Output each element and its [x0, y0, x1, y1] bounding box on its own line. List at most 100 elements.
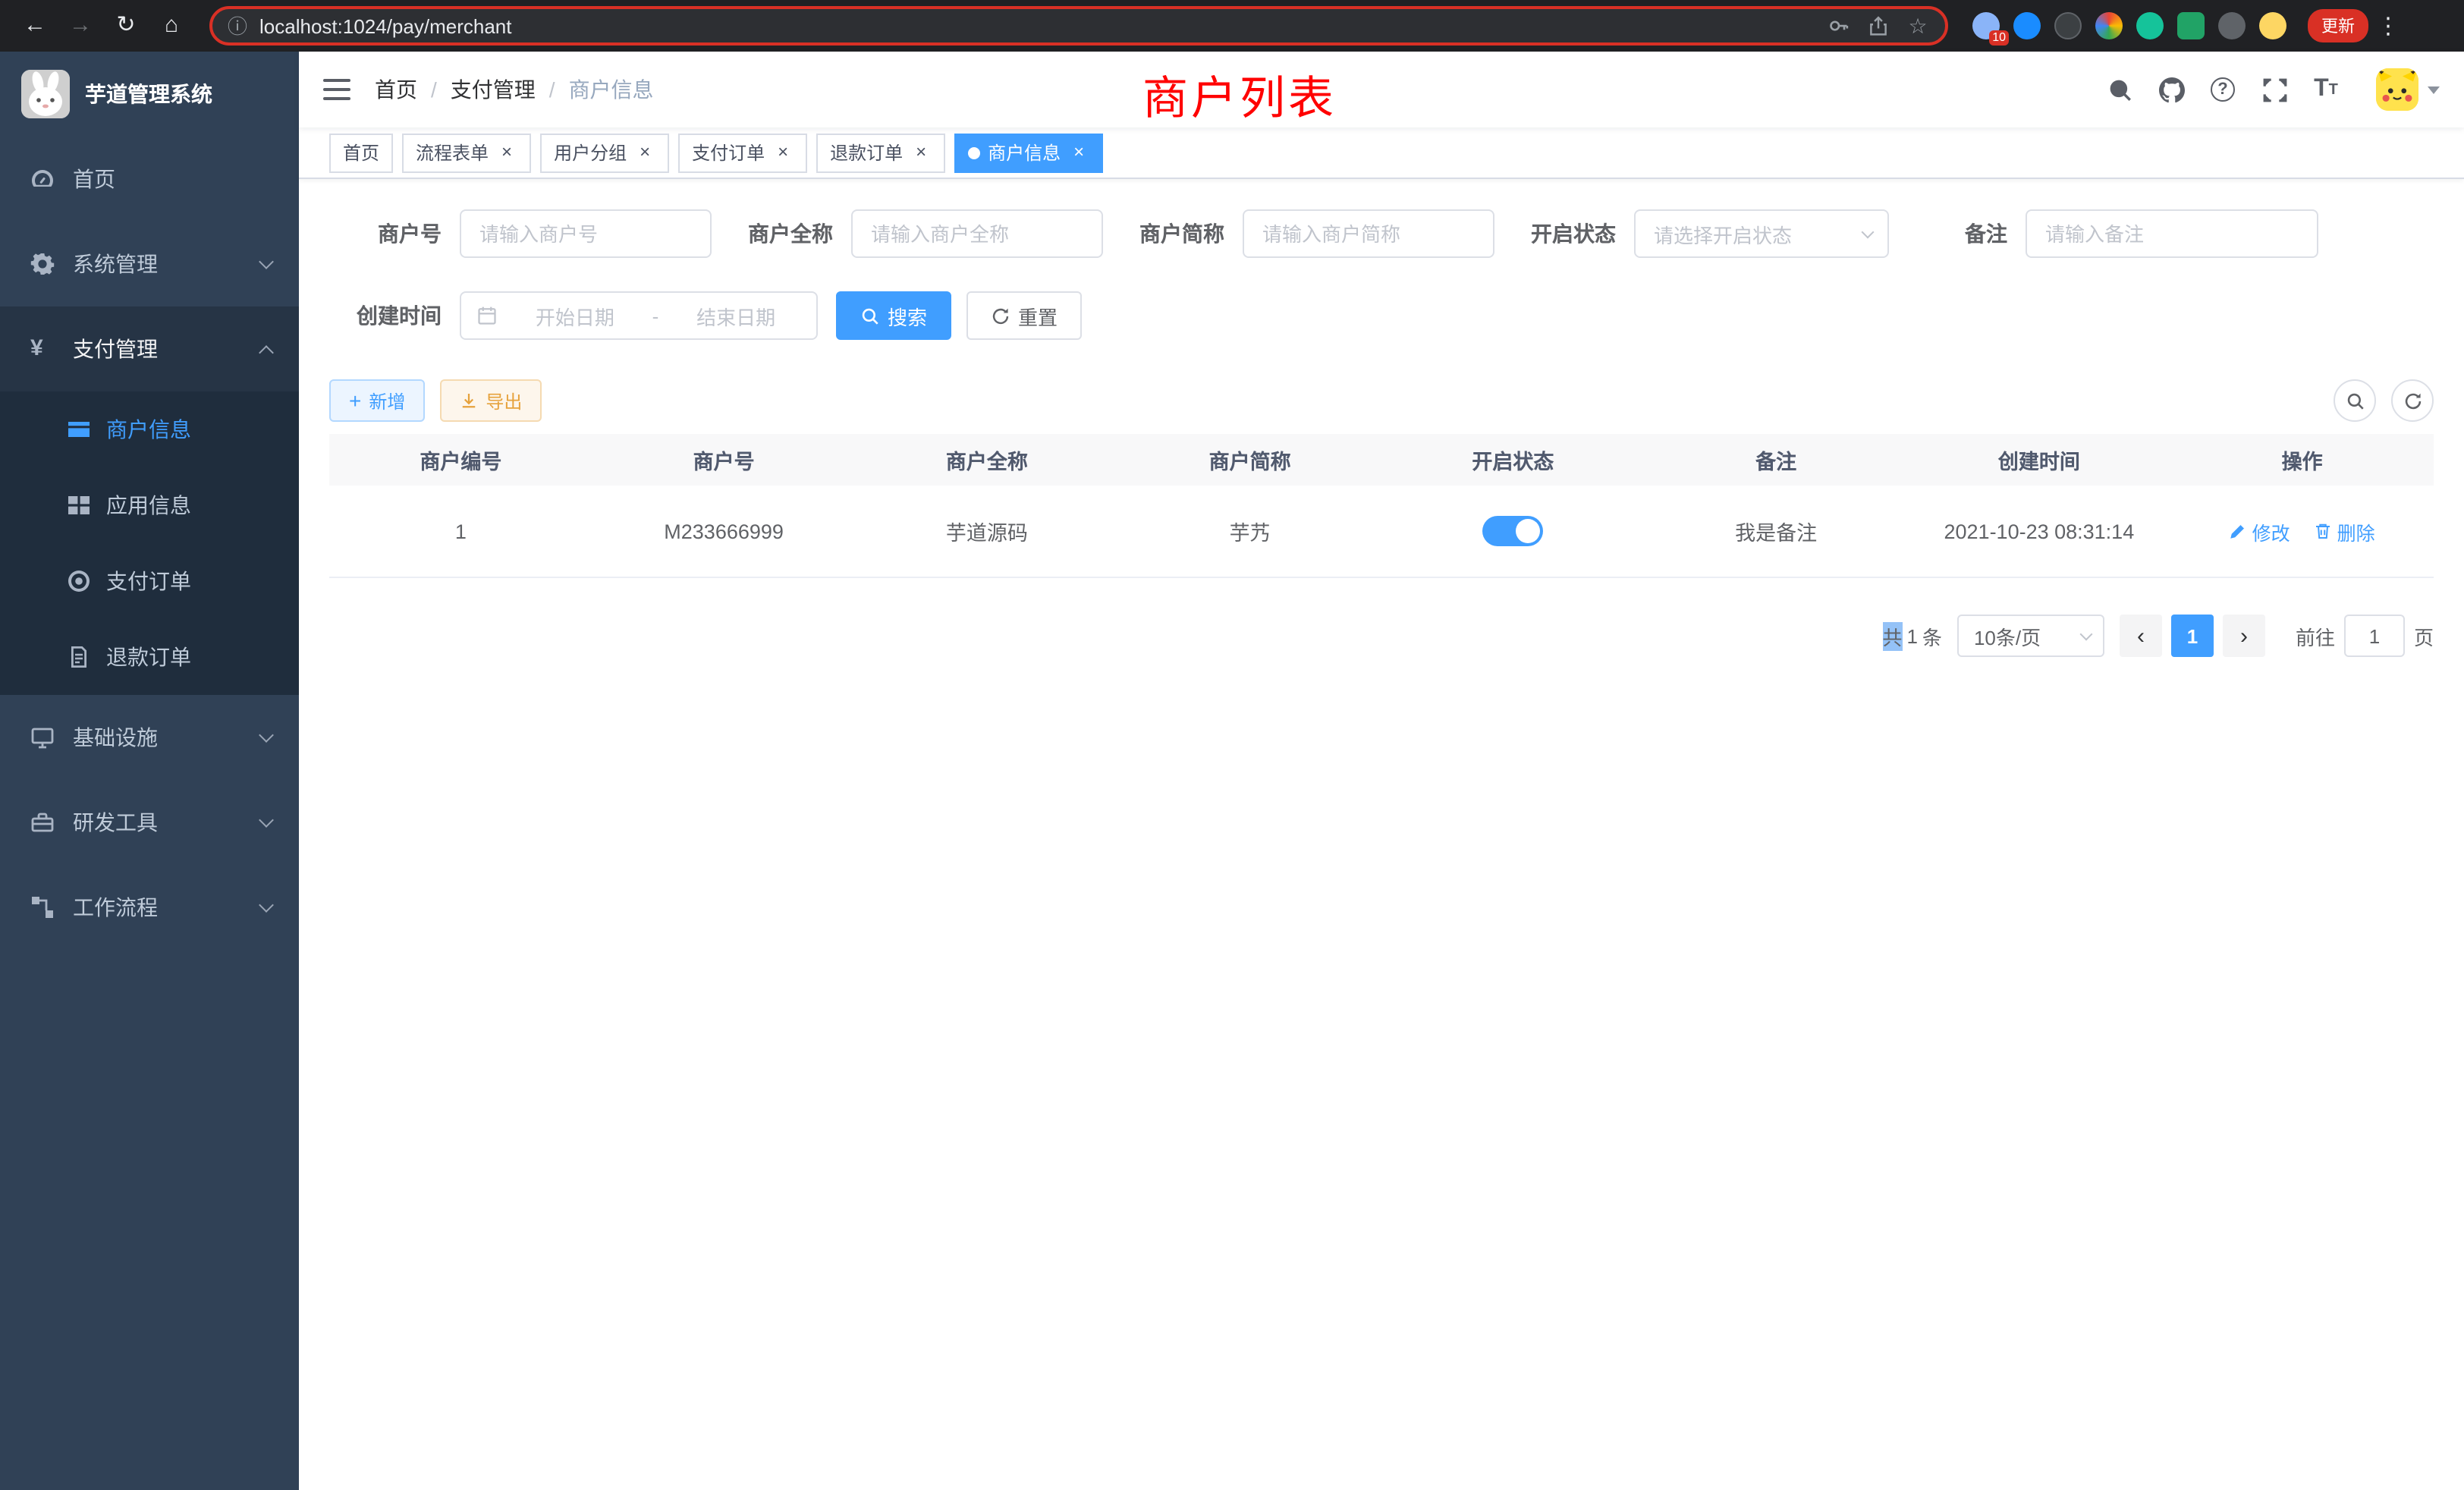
extension-icon[interactable]: [2095, 12, 2123, 39]
refresh-icon: [2403, 391, 2422, 410]
back-button[interactable]: ←: [15, 6, 55, 46]
calendar-icon: [476, 305, 498, 326]
breadcrumb-home[interactable]: 首页: [375, 74, 417, 105]
page-1-button[interactable]: 1: [2171, 615, 2214, 657]
tab-label: 商户信息: [988, 140, 1061, 165]
breadcrumb-section[interactable]: 支付管理: [451, 74, 536, 105]
sidebar-item-app-info[interactable]: 应用信息: [0, 467, 299, 543]
short-name-input[interactable]: [1243, 209, 1494, 258]
goto-page-input[interactable]: [2344, 615, 2405, 657]
extensions-area: 10: [1972, 12, 2286, 39]
pagination-goto: 前往 页: [2296, 615, 2434, 657]
grid-icon: [67, 493, 91, 517]
site-info-icon[interactable]: ⓘ: [228, 16, 247, 36]
download-icon: [460, 391, 478, 410]
sidebar-item-refund-order[interactable]: 退款订单: [0, 619, 299, 695]
status-select[interactable]: 请选择开启状态: [1634, 209, 1889, 258]
app-logo[interactable]: 芋道管理系统: [0, 52, 299, 137]
forward-button[interactable]: →: [61, 6, 100, 46]
sidebar-item-payment[interactable]: ¥ 支付管理: [0, 306, 299, 391]
add-button[interactable]: + 新增: [329, 379, 425, 422]
sidebar-item-workflow[interactable]: 工作流程: [0, 865, 299, 950]
search-icon: [2345, 391, 2365, 410]
remark-input[interactable]: [2026, 209, 2318, 258]
tab-close-icon[interactable]: ×: [910, 142, 932, 163]
tab-process-form[interactable]: 流程表单 ×: [402, 133, 531, 172]
date-end-placeholder: 结束日期: [671, 301, 801, 330]
sidebar-item-infra[interactable]: 基础设施: [0, 695, 299, 780]
delete-link[interactable]: 删除: [2315, 517, 2375, 545]
annotation-merchant-list: 商户列表: [1142, 61, 1337, 127]
status-toggle[interactable]: [1482, 516, 1543, 546]
col-full-name: 商户全称: [856, 445, 1119, 475]
prev-page-button[interactable]: ‹: [2120, 615, 2162, 657]
sidebar-toggle[interactable]: [323, 79, 350, 100]
chevron-down-icon: [2079, 627, 2092, 640]
github-icon[interactable]: [2154, 73, 2188, 106]
sidebar-item-label: 工作流程: [73, 892, 158, 923]
main-area: 首页 / 支付管理 / 商户信息 商户列表 ?: [299, 52, 2464, 1490]
cell-merchant-id: 1: [329, 520, 592, 542]
sidebar-item-merchant-info[interactable]: 商户信息: [0, 391, 299, 467]
refresh-table-button[interactable]: [2391, 379, 2434, 422]
extension-icon[interactable]: [2054, 12, 2082, 39]
cell-merchant-no: M233666999: [592, 520, 856, 542]
create-time-range-picker[interactable]: 开始日期 - 结束日期: [460, 291, 818, 340]
user-menu[interactable]: [2376, 68, 2440, 111]
tab-label: 用户分组: [554, 140, 627, 165]
app-title: 芋道管理系统: [85, 79, 212, 109]
tab-refund-order[interactable]: 退款订单 ×: [816, 133, 945, 172]
filter-row-2: 创建时间 开始日期 - 结束日期 搜索 重置: [329, 291, 2434, 340]
tab-close-icon[interactable]: ×: [1068, 142, 1089, 163]
create-time-label: 创建时间: [329, 300, 442, 331]
sidebar-item-pay-order[interactable]: 支付订单: [0, 543, 299, 619]
merchant-table: 商户编号 商户号 商户全称 商户简称 开启状态 备注 创建时间 操作 1 M23…: [329, 434, 2434, 578]
edit-link[interactable]: 修改: [2230, 517, 2290, 545]
browser-menu-icon[interactable]: ⋮: [2374, 12, 2402, 39]
full-name-input[interactable]: [851, 209, 1103, 258]
sidebar-item-home[interactable]: 首页: [0, 137, 299, 222]
extension-icon[interactable]: [2259, 12, 2286, 39]
extension-icon[interactable]: [2013, 12, 2041, 39]
address-bar[interactable]: ⓘ localhost:1024/pay/merchant ☆: [209, 6, 1948, 46]
tab-home[interactable]: 首页: [329, 133, 393, 172]
password-key-icon[interactable]: [1827, 14, 1851, 38]
extension-icon[interactable]: 10: [1972, 12, 2000, 39]
toggle-search-button[interactable]: [2334, 379, 2376, 422]
tab-user-group[interactable]: 用户分组 ×: [540, 133, 669, 172]
fullscreen-icon[interactable]: [2258, 73, 2291, 106]
reload-button[interactable]: ↻: [106, 6, 146, 46]
merchant-no-input[interactable]: [460, 209, 712, 258]
tab-close-icon[interactable]: ×: [772, 142, 794, 163]
page-size-select[interactable]: 10条/页: [1957, 615, 2104, 657]
payment-submenu: 商户信息 应用信息 支付订单: [0, 391, 299, 695]
yen-icon: ¥: [30, 337, 55, 361]
reset-button[interactable]: 重置: [966, 291, 1082, 340]
search-button[interactable]: 搜索: [836, 291, 951, 340]
tab-close-icon[interactable]: ×: [496, 142, 517, 163]
home-button[interactable]: ⌂: [152, 6, 191, 46]
extension-badge: 10: [1989, 30, 2009, 46]
extension-icon[interactable]: [2177, 12, 2205, 39]
sidebar-item-system[interactable]: 系统管理: [0, 222, 299, 306]
help-icon[interactable]: ?: [2206, 73, 2239, 106]
tab-label: 流程表单: [416, 140, 489, 165]
font-size-icon[interactable]: TT: [2309, 73, 2343, 106]
share-icon[interactable]: [1866, 14, 1890, 38]
bookmark-star-icon[interactable]: ☆: [1906, 14, 1930, 38]
extension-icon[interactable]: [2218, 12, 2246, 39]
next-page-button[interactable]: ›: [2223, 615, 2265, 657]
breadcrumb-separator: /: [549, 77, 555, 102]
sidebar-item-devtools[interactable]: 研发工具: [0, 780, 299, 865]
header-search-icon[interactable]: [2103, 73, 2136, 106]
col-status: 开启状态: [1381, 445, 1645, 475]
merchant-no-label: 商户号: [329, 218, 442, 249]
browser-update-button[interactable]: 更新: [2308, 9, 2368, 42]
tab-merchant-info[interactable]: 商户信息 ×: [954, 133, 1103, 172]
extension-icon[interactable]: [2136, 12, 2164, 39]
export-button[interactable]: 导出: [440, 379, 542, 422]
tab-close-icon[interactable]: ×: [634, 142, 655, 163]
col-remark: 备注: [1645, 445, 1908, 475]
tab-pay-order[interactable]: 支付订单 ×: [678, 133, 807, 172]
remark-label: 备注: [1965, 218, 2007, 249]
